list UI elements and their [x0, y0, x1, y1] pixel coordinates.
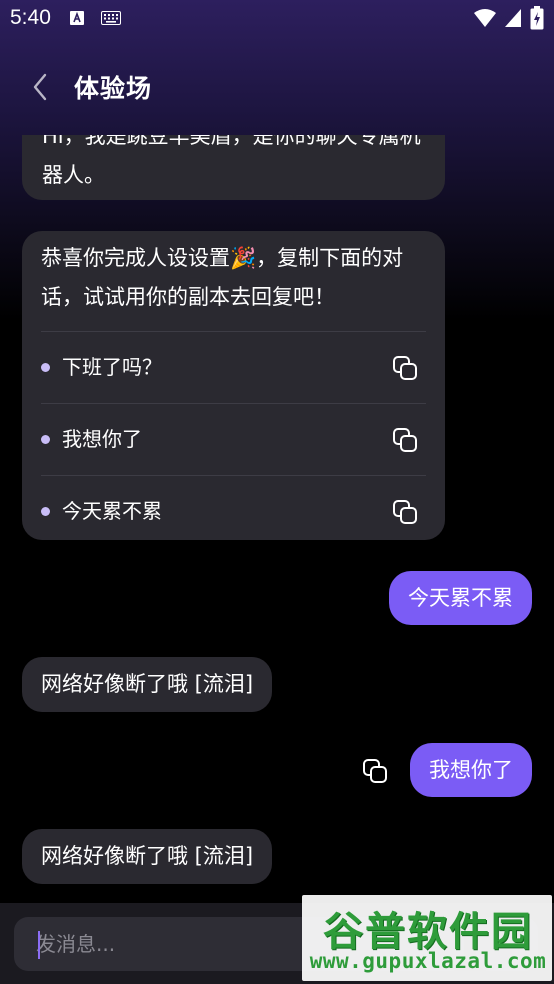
bullet-dot [41, 507, 50, 516]
suggestion-label: 今天累不累 [62, 499, 162, 523]
copy-icon[interactable] [392, 427, 418, 453]
suggestion-item[interactable]: 下班了吗？ [41, 331, 426, 403]
back-button[interactable] [20, 67, 60, 107]
user-message[interactable]: 我想你了 [410, 743, 532, 797]
header: 体验场 [0, 60, 554, 114]
chat-screen: 5:40 体验场 Hi，我是跳豆羊美眉，是你的聊天专属机器人。 恭喜你完成人设设… [0, 0, 554, 984]
chat-messages: Hi，我是跳豆羊美眉，是你的聊天专属机器人。 恭喜你完成人设设置🎉，复制下面的对… [0, 135, 554, 903]
watermark-url: www.gupuxlazal.com [309, 949, 547, 973]
copy-icon[interactable] [392, 355, 418, 381]
suggestion-item[interactable]: 我想你了 [41, 403, 426, 475]
wifi-icon [474, 9, 496, 27]
suggestion-label: 下班了吗？ [62, 355, 162, 379]
bot-message[interactable]: 网络好像断了哦 [流泪] [22, 657, 273, 712]
cell-signal-icon [505, 9, 521, 27]
status-indicators [474, 6, 544, 30]
intro-text: Hi，我是跳豆羊美眉，是你的聊天专属机器人。 [42, 135, 421, 187]
accessibility-icon [69, 11, 84, 25]
keyboard-icon [100, 11, 121, 25]
intro-message: Hi，我是跳豆羊美眉，是你的聊天专属机器人。 [22, 135, 445, 200]
suggestion-item[interactable]: 今天累不累 [41, 475, 426, 547]
text-cursor [38, 931, 40, 959]
bot-message[interactable]: 网络好像断了哦 [流泪] [22, 829, 273, 884]
bullet-dot [41, 363, 50, 372]
copy-icon[interactable] [392, 499, 418, 525]
chevron-left-icon [33, 73, 47, 101]
status-bar: 5:40 [0, 0, 554, 36]
status-time: 5:40 [10, 6, 51, 29]
suggestion-label: 我想你了 [62, 427, 142, 451]
user-message[interactable]: 今天累不累 [389, 571, 532, 625]
page-title: 体验场 [74, 74, 153, 103]
suggestion-list: 下班了吗？ 我想你了 今天累不累 [41, 331, 426, 547]
copy-icon[interactable] [362, 758, 388, 784]
battery-icon [530, 6, 544, 30]
watermark-logo: 谷普软件园 www.gupuxlazal.com [302, 895, 552, 981]
bullet-dot [41, 435, 50, 444]
suggestion-card-text: 恭喜你完成人设设置🎉，复制下面的对话，试试用你的副本去回复吧！ [41, 246, 404, 309]
suggestion-card: 恭喜你完成人设设置🎉，复制下面的对话，试试用你的副本去回复吧！ 下班了吗？ 我想… [22, 231, 445, 540]
